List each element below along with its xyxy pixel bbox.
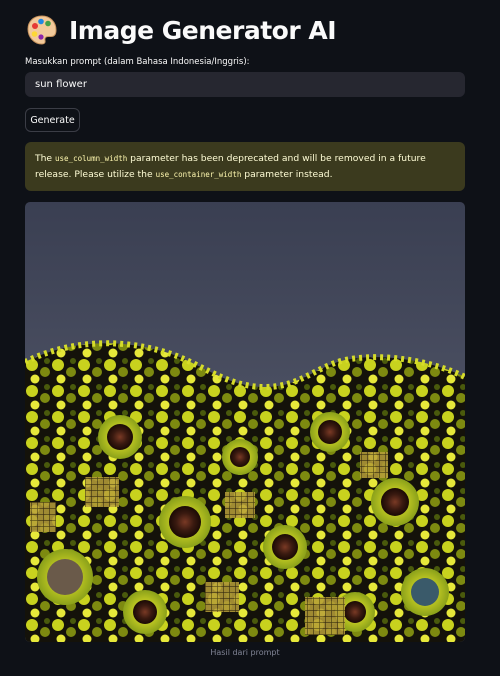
page-title: Image Generator AI [69,15,337,45]
app-page: Image Generator AI Masukkan prompt (dala… [0,0,500,676]
artist-palette-icon [27,15,57,45]
generate-button[interactable]: Generate [25,108,80,132]
deprecation-warning: The use_column_width parameter has been … [25,142,465,191]
warning-text: parameter instead. [241,169,333,180]
warning-text: The [35,153,56,164]
generated-image [25,202,465,642]
sunflower-field-image [25,202,465,642]
prompt-label: Masukkan prompt (dalam Bahasa Indonesia/… [25,57,250,67]
header: Image Generator AI [25,10,337,50]
prompt-input[interactable] [25,72,465,97]
warning-code-old-param: use_column_width [55,154,128,163]
warning-code-new-param: use_container_width [155,170,242,179]
image-caption: Hasil dari prompt [210,648,280,657]
